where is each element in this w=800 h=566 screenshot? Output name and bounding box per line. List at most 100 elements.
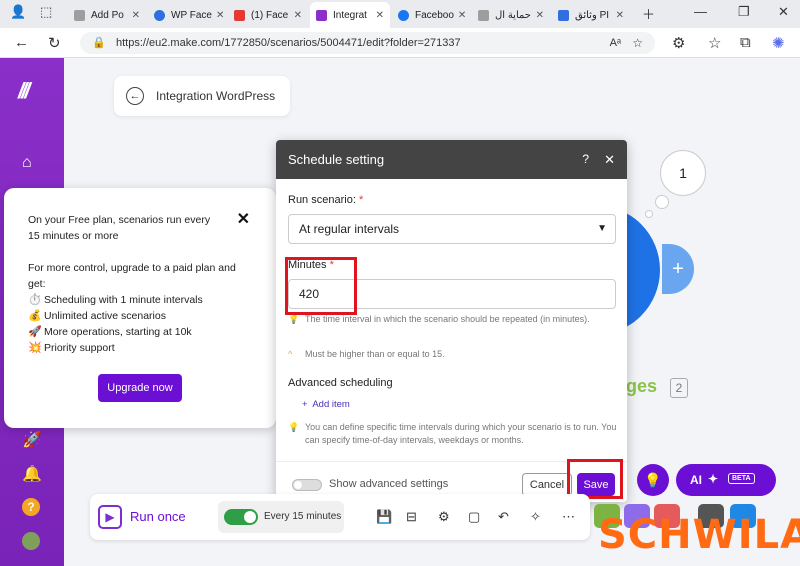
close-tab-icon[interactable]: ✕ (372, 10, 384, 21)
make-logo-icon[interactable]: /// (18, 78, 30, 104)
collections-icon[interactable]: ⧉ (740, 34, 751, 51)
feature-item: ⏱️ Scheduling with 1 minute intervals (28, 294, 203, 306)
tab-favicon-icon (154, 9, 165, 21)
money-bag-icon: 💰 (28, 310, 42, 322)
close-window-icon[interactable]: ✕ (778, 4, 789, 20)
modal-title: Schedule setting (288, 152, 385, 167)
tab-favicon-icon (234, 9, 245, 21)
tab-favicon-icon (398, 9, 409, 21)
operation-count-bubble[interactable]: 1 (660, 150, 706, 196)
advanced-scheduling-label: Advanced scheduling (288, 377, 393, 389)
help-icon[interactable]: ? (582, 140, 589, 179)
close-tab-icon[interactable]: ✕ (212, 10, 224, 21)
help-icon[interactable]: ? (22, 498, 40, 516)
scenario-back-card[interactable]: ← Integration WordPress (114, 76, 290, 116)
browser-tab-bar: 👤 ⬚ Add Po ✕ WP Face ✕ (1) Face ✕ Integrat ✕… (0, 0, 800, 28)
favorites-icon[interactable]: ☆ (708, 34, 721, 52)
close-tab-icon[interactable]: ✕ (128, 10, 140, 21)
browser-tab-3[interactable]: (1) Face ✕ (228, 4, 308, 26)
feature-item: 💰 Unlimited active scenarios (28, 310, 166, 322)
stopwatch-icon: ⏱️ (28, 294, 42, 306)
schedule-label[interactable]: Every 15 minutes (264, 511, 341, 522)
popup-text-1: On your Free plan, scenarios run every 1… (28, 214, 211, 242)
home-icon[interactable]: ⌂ (22, 154, 32, 172)
minimum-hint: ^ Must be higher than or equal to 15. (288, 349, 445, 359)
read-aloud-icon[interactable]: Aᵃ (610, 32, 621, 54)
scenario-toolbar: ▶ Run once Every 15 minutes 💾 ⊟ ⚙ ▢ ↶ ✧ … (90, 494, 590, 540)
show-advanced-label: Show advanced settings (329, 478, 449, 490)
collision-icon: 💥 (28, 342, 42, 354)
watermark-text: SCHWILA (598, 512, 800, 558)
show-advanced-toggle[interactable] (292, 479, 322, 491)
play-icon[interactable]: ▶ (98, 505, 122, 529)
undo-icon[interactable]: ↶ (498, 509, 509, 525)
browser-tab-1[interactable]: Add Po ✕ (68, 4, 146, 26)
magic-wand-icon[interactable]: ✧ (530, 509, 541, 525)
reload-icon[interactable]: ↻ (48, 34, 61, 52)
bubble-dot (655, 195, 669, 209)
back-arrow-icon[interactable]: ← (14, 34, 29, 51)
modal-header: Schedule setting ? ✕ (276, 140, 627, 179)
lightbulb-icon: 💡 (288, 422, 300, 432)
plus-icon: + (302, 399, 308, 410)
gear-icon[interactable]: ⚙ (438, 509, 450, 525)
schedule-control[interactable]: Every 15 minutes (218, 501, 344, 533)
new-tab-icon[interactable]: ＋ (642, 4, 655, 23)
rocket-icon: 🚀 (28, 326, 42, 338)
tab-favicon-icon (74, 9, 85, 21)
rocket-icon[interactable]: 🚀 (22, 430, 42, 450)
save-highlight (567, 459, 623, 499)
tab-favicon-icon (478, 9, 489, 21)
close-icon[interactable]: ✕ (604, 140, 615, 179)
free-plan-popup: ✕ On your Free plan, scenarios run every… (4, 188, 276, 428)
minutes-highlight (285, 257, 357, 315)
browser-tab-5[interactable]: Faceboo ✕ (392, 4, 470, 26)
run-once-button[interactable]: Run once (130, 509, 186, 524)
bell-icon[interactable]: 🔔 (22, 464, 42, 484)
extensions-icon[interactable]: ⚙ (672, 34, 685, 52)
feature-item: 🚀 More operations, starting at 10k (28, 326, 192, 338)
cancel-button[interactable]: Cancel (522, 473, 572, 496)
popup-text-2: For more control, upgrade to a paid plan… (28, 262, 236, 290)
tab-actions-icon[interactable]: ⬚ (40, 4, 52, 20)
add-module-button[interactable]: + (662, 244, 694, 294)
schedule-setting-modal: Schedule setting ? ✕ Run scenario: * At … (276, 140, 627, 502)
bubble-dot (645, 210, 653, 218)
browser-tab-2[interactable]: WP Face ✕ (148, 4, 226, 26)
notes-icon[interactable]: ▢ (468, 509, 480, 525)
favorite-star-icon[interactable]: ☆ (632, 32, 643, 54)
close-tab-icon[interactable]: ✕ (454, 10, 466, 21)
chevron-up-icon: ^ (288, 349, 293, 359)
minimize-icon[interactable]: — (694, 4, 707, 19)
beta-badge: BETA (728, 473, 755, 484)
copilot-icon[interactable]: ✺ (772, 34, 785, 52)
close-tab-icon[interactable]: ✕ (532, 10, 544, 21)
profile-icon[interactable]: 👤 (10, 4, 26, 20)
run-scenario-label: Run scenario: * (288, 194, 364, 206)
close-tab-icon[interactable]: ✕ (290, 10, 302, 21)
upgrade-now-button[interactable]: Upgrade now (98, 374, 182, 402)
url-field[interactable]: 🔒 https://eu2.make.com/1772850/scenarios… (80, 32, 655, 54)
close-icon[interactable]: ✕ (237, 212, 250, 228)
run-scenario-select[interactable]: At regular intervals ▼ (288, 214, 616, 244)
lightbulb-button[interactable]: 💡 (637, 464, 669, 496)
sparkle-icon: ✦ (708, 472, 719, 486)
close-tab-icon[interactable]: ✕ (612, 10, 624, 21)
module-label: ges (626, 376, 658, 396)
lock-icon: 🔒 (92, 37, 106, 49)
browser-tab-6[interactable]: حماية ال ✕ (472, 4, 550, 26)
browser-tab-active[interactable]: Integrat ✕ (310, 2, 390, 28)
scheduling-toggle[interactable] (224, 509, 258, 525)
tab-favicon-icon (558, 9, 569, 21)
browser-tab-7[interactable]: وثائق PI ✕ (552, 4, 630, 26)
avatar[interactable] (22, 532, 40, 550)
add-item-button[interactable]: + Add item (302, 399, 350, 410)
maximize-icon[interactable]: ❐ (738, 4, 750, 20)
chevron-down-icon: ▼ (597, 223, 607, 234)
more-options-icon[interactable]: ⋯ (562, 509, 575, 525)
routing-icon[interactable]: ⊟ (406, 509, 417, 525)
save-disk-icon[interactable]: 💾 (376, 509, 392, 525)
back-arrow-icon[interactable]: ← (126, 87, 144, 105)
ai-assistant-button[interactable]: AI ✦ BETA (676, 464, 776, 496)
advanced-hint: 💡 You can define specific time intervals … (288, 422, 617, 445)
